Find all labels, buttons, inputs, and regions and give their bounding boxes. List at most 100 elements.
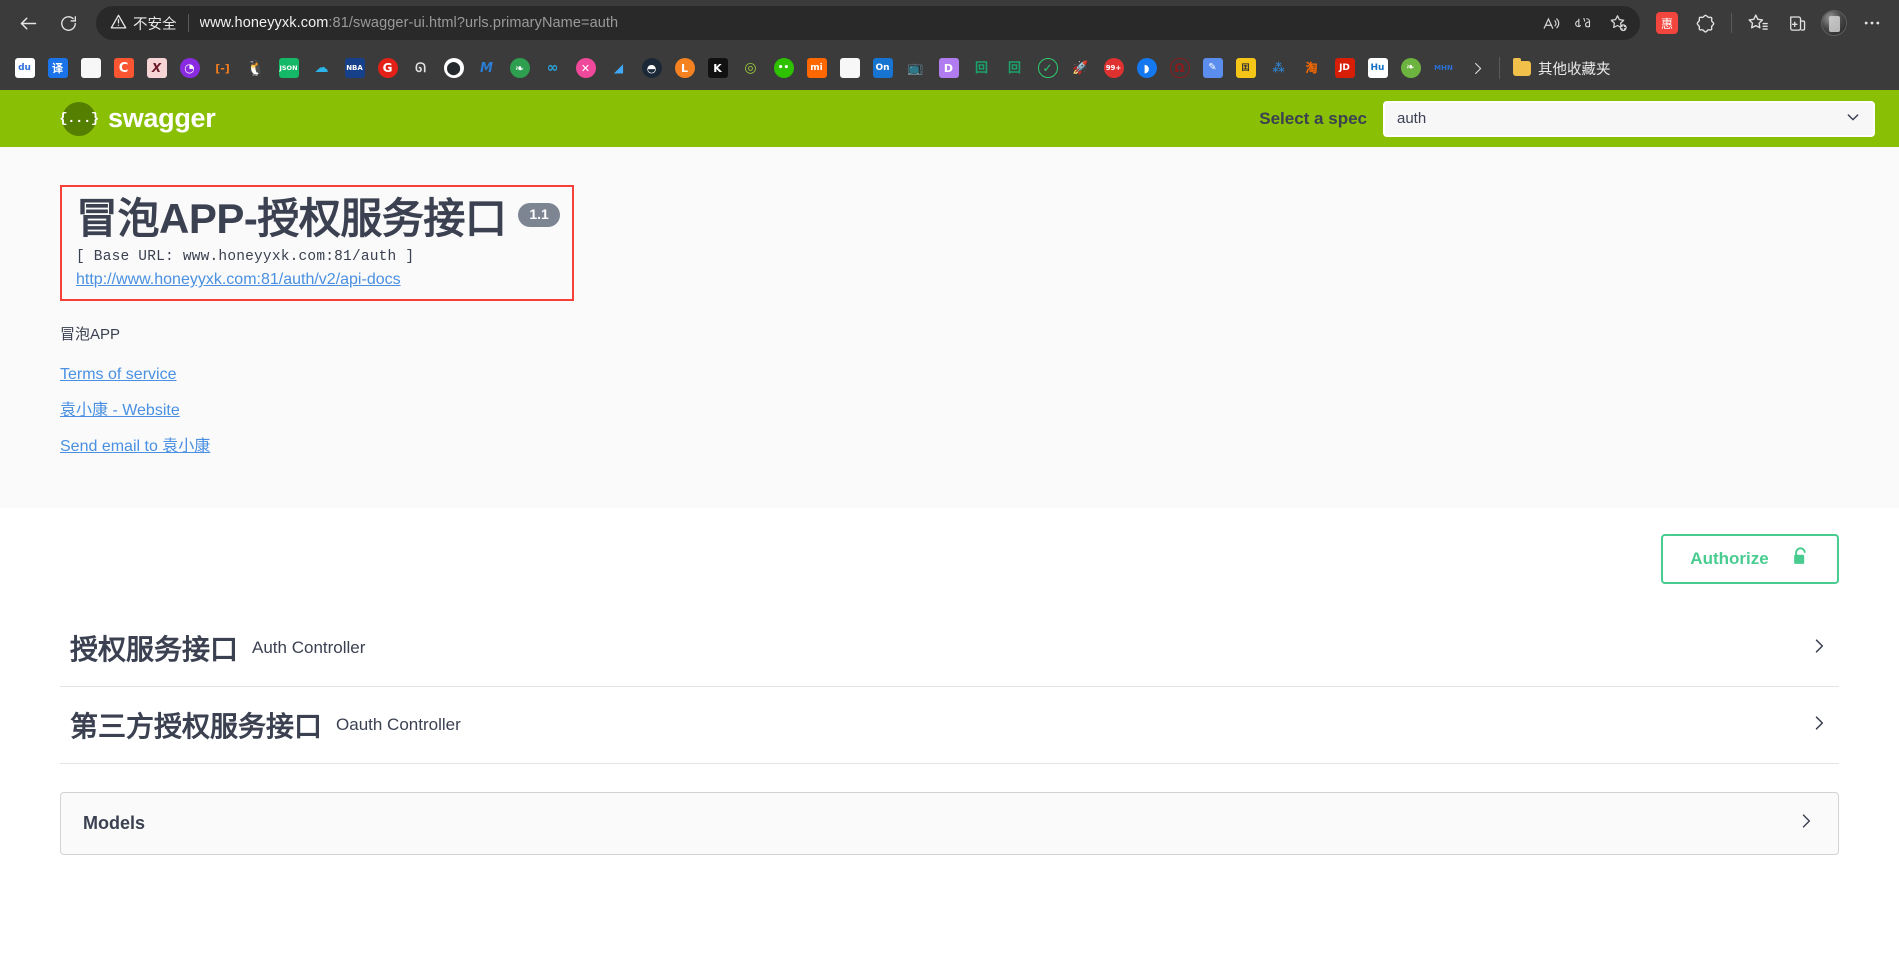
chevron-right-icon[interactable] <box>1796 811 1816 836</box>
terms-of-service-link[interactable]: Terms of service <box>60 366 1839 384</box>
bookmark-leaf-green[interactable]: ❧ <box>503 52 536 85</box>
bookmark-d-purple[interactable]: D <box>932 52 965 85</box>
bookmark-railway[interactable]: Ω <box>1163 52 1196 85</box>
bookmark-green-code-2[interactable]: 回 <box>998 52 1031 85</box>
base-url-text: [ Base URL: www.honeyyxk.com:81/auth ] <box>76 249 415 266</box>
bookmark-favicon: [-] <box>215 61 230 75</box>
extension-huiwang-icon[interactable]: 惠 <box>1650 6 1684 40</box>
pencil-icon: ✎ <box>1202 58 1223 78</box>
api-docs-link[interactable]: http://www.honeyyxk.com:81/auth/v2/api-d… <box>76 271 401 289</box>
swagger-ui-page: {...} swagger Select a spec auth 冒泡APP-授… <box>0 90 1899 971</box>
url-host: www.honeyyxk.com <box>199 15 329 31</box>
translate-icon[interactable] <box>1568 8 1600 38</box>
add-favorite-icon[interactable] <box>1602 8 1634 38</box>
spec-selector-label: Select a spec <box>1259 108 1367 128</box>
bookmarks-overflow-button[interactable] <box>1462 53 1492 83</box>
bookmark-translate[interactable]: 译 <box>41 52 74 85</box>
tag-section-oauth-controller[interactable]: 第三方授权服务接口 Oauth Controller <box>60 687 1839 765</box>
collections-icon[interactable] <box>1779 6 1813 40</box>
bookmark-json-viewer[interactable]: JSON <box>272 52 305 85</box>
bookmark-favicon: JSON <box>278 58 299 78</box>
bookmark-nba[interactable]: NBA <box>338 52 371 85</box>
models-title: Models <box>83 813 146 834</box>
website-link[interactable]: 袁小康 - Website <box>60 396 1839 420</box>
api-title-highlight-box: 冒泡APP-授权服务接口 1.1 [ Base URL: www.honeyyx… <box>60 185 574 302</box>
bookmark-link-orange[interactable]: [-] <box>206 52 239 85</box>
bookmark-steam[interactable]: ◓ <box>635 52 668 85</box>
spec-selector-group: Select a spec auth <box>1259 100 1875 137</box>
browser-essentials-icon[interactable] <box>1688 6 1722 40</box>
bookmark-favicon: M <box>480 60 493 76</box>
bookmark-spring[interactable]: ❧ <box>1394 52 1427 85</box>
authorize-button[interactable]: Authorize <box>1661 534 1839 585</box>
bookmark-purple-disc[interactable]: ◔ <box>173 52 206 85</box>
bookmark-csdn[interactable]: C <box>107 52 140 85</box>
bookmark-xmind[interactable]: X <box>140 52 173 85</box>
check-icon: ✓ <box>1037 58 1058 78</box>
bookmark-xiaomi[interactable]: mi <box>800 52 833 85</box>
back-button[interactable] <box>10 5 46 41</box>
wechat-icon: •• <box>773 58 794 78</box>
bookmark-green-code[interactable]: 回 <box>965 52 998 85</box>
page-icon <box>839 58 860 78</box>
profile-avatar[interactable] <box>1817 6 1851 40</box>
bookmark-mhn[interactable]: MHN <box>1427 52 1460 85</box>
other-favorites-label: 其他收藏夹 <box>1538 61 1611 78</box>
bookmark-wechat[interactable]: •• <box>767 52 800 85</box>
tag-name: 授权服务接口 <box>70 634 239 666</box>
models-box[interactable]: Models <box>60 792 1839 856</box>
bookmark-cloud[interactable]: ☁ <box>305 52 338 85</box>
bookmark-huawei[interactable]: Hu <box>1361 52 1394 85</box>
chevron-right-icon[interactable] <box>1809 636 1829 661</box>
omnibox-divider <box>187 14 189 32</box>
bookmark-taobao[interactable]: 淘 <box>1295 52 1328 85</box>
bookmark-github[interactable]: ⬤ <box>437 52 470 85</box>
bookmark-blue-drop[interactable]: ◗ <box>1130 52 1163 85</box>
bookmark-spiral-green[interactable]: ◎ <box>734 52 767 85</box>
bookmark-notify[interactable]: 99+ <box>1097 52 1130 85</box>
bookmark-document[interactable] <box>74 52 107 85</box>
reload-button[interactable] <box>50 5 86 41</box>
bookmark-pencil-blue[interactable]: ✎ <box>1196 52 1229 85</box>
bookmark-jd[interactable]: JD <box>1328 52 1361 85</box>
tv-icon: 📺 <box>907 60 924 76</box>
read-aloud-icon[interactable] <box>1534 8 1566 38</box>
bookmark-x-pink[interactable]: ✕ <box>569 52 602 85</box>
bookmark-favicon: L <box>674 58 695 78</box>
site-security-chip[interactable]: 不安全 <box>110 13 177 34</box>
bookmark-g-red[interactable]: G <box>371 52 404 85</box>
bookmark-onenote[interactable]: On <box>866 52 899 85</box>
bookmark-rocket[interactable]: 🚀 <box>1064 52 1097 85</box>
spec-select[interactable]: auth <box>1383 100 1875 137</box>
models-section: Models <box>0 764 1899 856</box>
bookmark-k-black[interactable]: K <box>701 52 734 85</box>
address-bar[interactable]: 不安全 www.honeyyxk.com:81/swagger-ui.html?… <box>96 6 1640 40</box>
bookmark-kuaidi[interactable]: ◢ <box>602 52 635 85</box>
settings-and-more-icon[interactable] <box>1855 6 1889 40</box>
version-badge: 1.1 <box>518 203 560 227</box>
bookmark-check-green[interactable]: ✓ <box>1031 52 1064 85</box>
bookmarks-bar: du 译 C X ◔ [-] 🐧 JSON ☁ NBA G ᘏ ⬤ M ❧ ∞ … <box>0 46 1899 90</box>
bookmark-bilibili[interactable]: 📺 <box>899 52 932 85</box>
bookmark-baidu[interactable]: du <box>8 52 41 85</box>
bookmark-infinity[interactable]: ∞ <box>536 52 569 85</box>
bookmarks-divider <box>1499 57 1500 79</box>
bookmark-favicon: NBA <box>344 58 365 78</box>
bookmark-l-orange[interactable]: L <box>668 52 701 85</box>
contact-email-link[interactable]: Send email to 袁小康 <box>60 432 1839 456</box>
chevron-right-icon[interactable] <box>1809 713 1829 738</box>
other-favorites-folder[interactable]: 其他收藏夹 <box>1507 54 1617 83</box>
bookmark-m-blue[interactable]: M <box>470 52 503 85</box>
bookmark-sketch[interactable]: ᘏ <box>404 52 437 85</box>
page-icon <box>80 58 101 78</box>
api-title-line: 冒泡APP-授权服务接口 1.1 <box>76 196 560 241</box>
bookmark-yellow-note[interactable]: 囯 <box>1229 52 1262 85</box>
tag-section-auth-controller[interactable]: 授权服务接口 Auth Controller <box>60 610 1839 688</box>
url-text[interactable]: www.honeyyxk.com:81/swagger-ui.html?urls… <box>200 15 619 31</box>
bookmark-favicon: ∞ <box>546 60 559 76</box>
bookmark-fan-blue[interactable]: ⁂ <box>1262 52 1295 85</box>
bookmark-qq[interactable]: 🐧 <box>239 52 272 85</box>
bookmark-page-white[interactable] <box>833 52 866 85</box>
swagger-logo[interactable]: {...} swagger <box>59 101 216 136</box>
favorites-icon[interactable] <box>1741 6 1775 40</box>
